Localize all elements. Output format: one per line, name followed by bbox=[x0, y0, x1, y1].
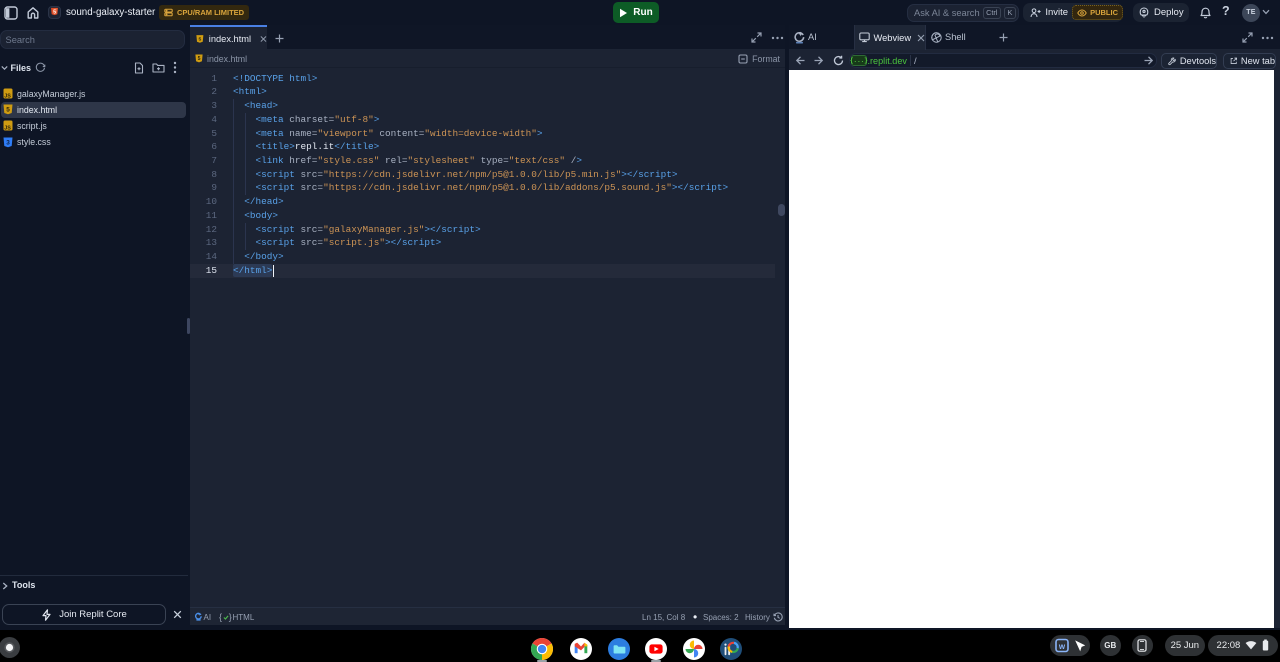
svg-text:5: 5 bbox=[53, 10, 56, 16]
svg-text:3: 3 bbox=[6, 139, 10, 146]
svg-text:5: 5 bbox=[6, 107, 10, 114]
svg-text:5: 5 bbox=[198, 36, 201, 42]
svg-text:w: w bbox=[1058, 642, 1066, 651]
svg-text:JS: JS bbox=[4, 126, 11, 132]
svg-text:JS: JS bbox=[4, 93, 11, 99]
svg-text:5: 5 bbox=[198, 56, 201, 62]
